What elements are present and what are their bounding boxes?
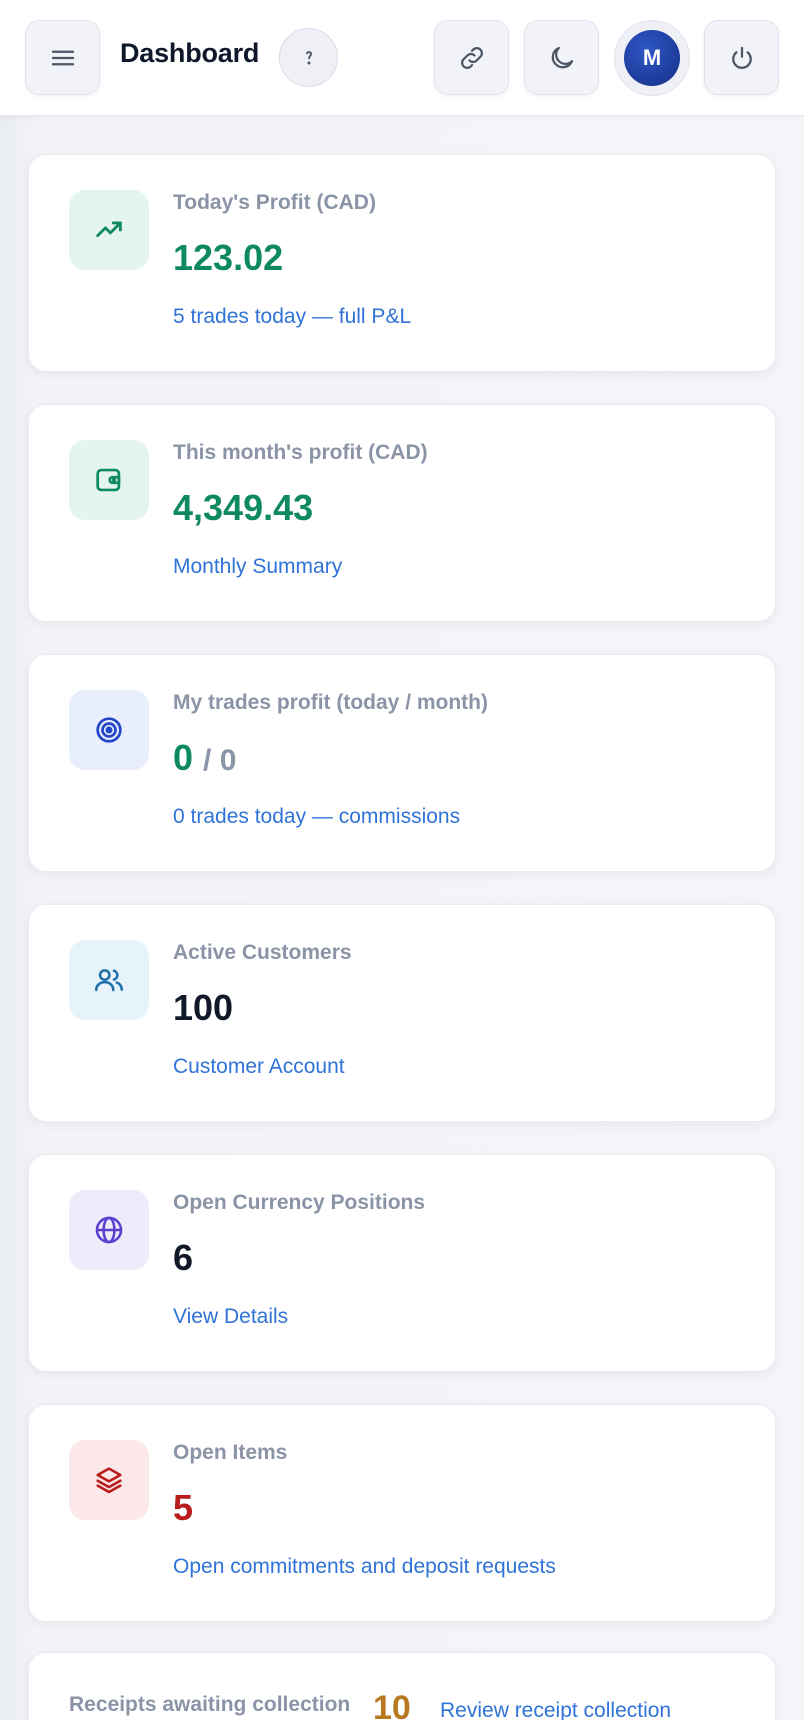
icon-box [69,190,149,270]
help-icon [305,50,312,64]
stat-value: 123.02 [173,237,284,278]
logout-button[interactable] [704,20,779,95]
icon-box [69,690,149,770]
icon-box [69,1190,149,1270]
icon-box [69,940,149,1020]
receipts-label: Receipts awaiting collection [69,1693,351,1716]
page-title: Dashboard [120,38,260,68]
stat-label: My trades profit (today / month) [173,691,488,714]
wallet-icon [96,468,121,492]
stat-label: Active Customers [173,941,352,964]
stat-value: 0 / 0 [173,737,236,779]
stat-value-primary: 0 [173,737,194,778]
user-avatar-button[interactable]: M [614,20,690,96]
stat-label: This month's profit (CAD) [173,441,428,464]
globe-icon [95,1216,123,1244]
receipts-value: 10 [373,1689,411,1720]
stat-value: 5 [173,1487,194,1528]
stat-card-open-currency-positions: Open Currency Positions 6 View Details [28,1154,776,1372]
layers-icon [96,1467,122,1494]
stat-link[interactable]: 0 trades today — commissions [173,805,460,829]
stat-link[interactable]: 5 trades today — full P&L [173,305,411,329]
stat-card-today-profit: Today's Profit (CAD) 123.02 5 trades tod… [28,154,776,372]
stat-link[interactable]: View Details [173,1305,288,1329]
stat-label: Open Items [173,1441,288,1464]
menu-button[interactable] [25,20,100,95]
stat-card-open-items: Open Items 5 Open commitments and deposi… [28,1404,776,1622]
stat-card-active-customers: Active Customers 100 Customer Account [28,904,776,1122]
stat-link[interactable]: Open commitments and deposit requests [173,1555,556,1579]
trending-up-icon [96,221,122,238]
icon-box [69,1440,149,1520]
help-button[interactable] [279,28,338,87]
receipts-link[interactable]: Review receipt collection [440,1699,671,1720]
moon-icon [551,46,573,68]
stat-value: 6 [173,1237,194,1278]
link-icon [460,46,483,69]
menu-icon [51,50,74,65]
link-button[interactable] [434,20,509,95]
theme-toggle-button[interactable] [524,20,599,95]
stat-link[interactable]: Monthly Summary [173,555,342,579]
stat-link[interactable]: Customer Account [173,1055,345,1079]
stat-value: 4,349.43 [173,487,314,528]
users-icon [94,969,124,992]
stat-label: Open Currency Positions [173,1191,426,1214]
stat-value-secondary: / 0 [203,744,237,777]
receipts-card: Receipts awaiting collection 10 Review r… [28,1652,776,1720]
icon-box [69,440,149,520]
target-icon [96,717,122,743]
avatar: M [624,30,680,86]
power-icon [731,46,752,69]
stat-value: 100 [173,987,234,1028]
stat-card-month-profit: This month's profit (CAD) 4,349.43 Month… [28,404,776,622]
stat-card-my-trades-profit: My trades profit (today / month) 0 / 0 0… [28,654,776,872]
top-bar: Dashboard M [0,0,804,116]
stat-label: Today's Profit (CAD) [173,191,376,214]
